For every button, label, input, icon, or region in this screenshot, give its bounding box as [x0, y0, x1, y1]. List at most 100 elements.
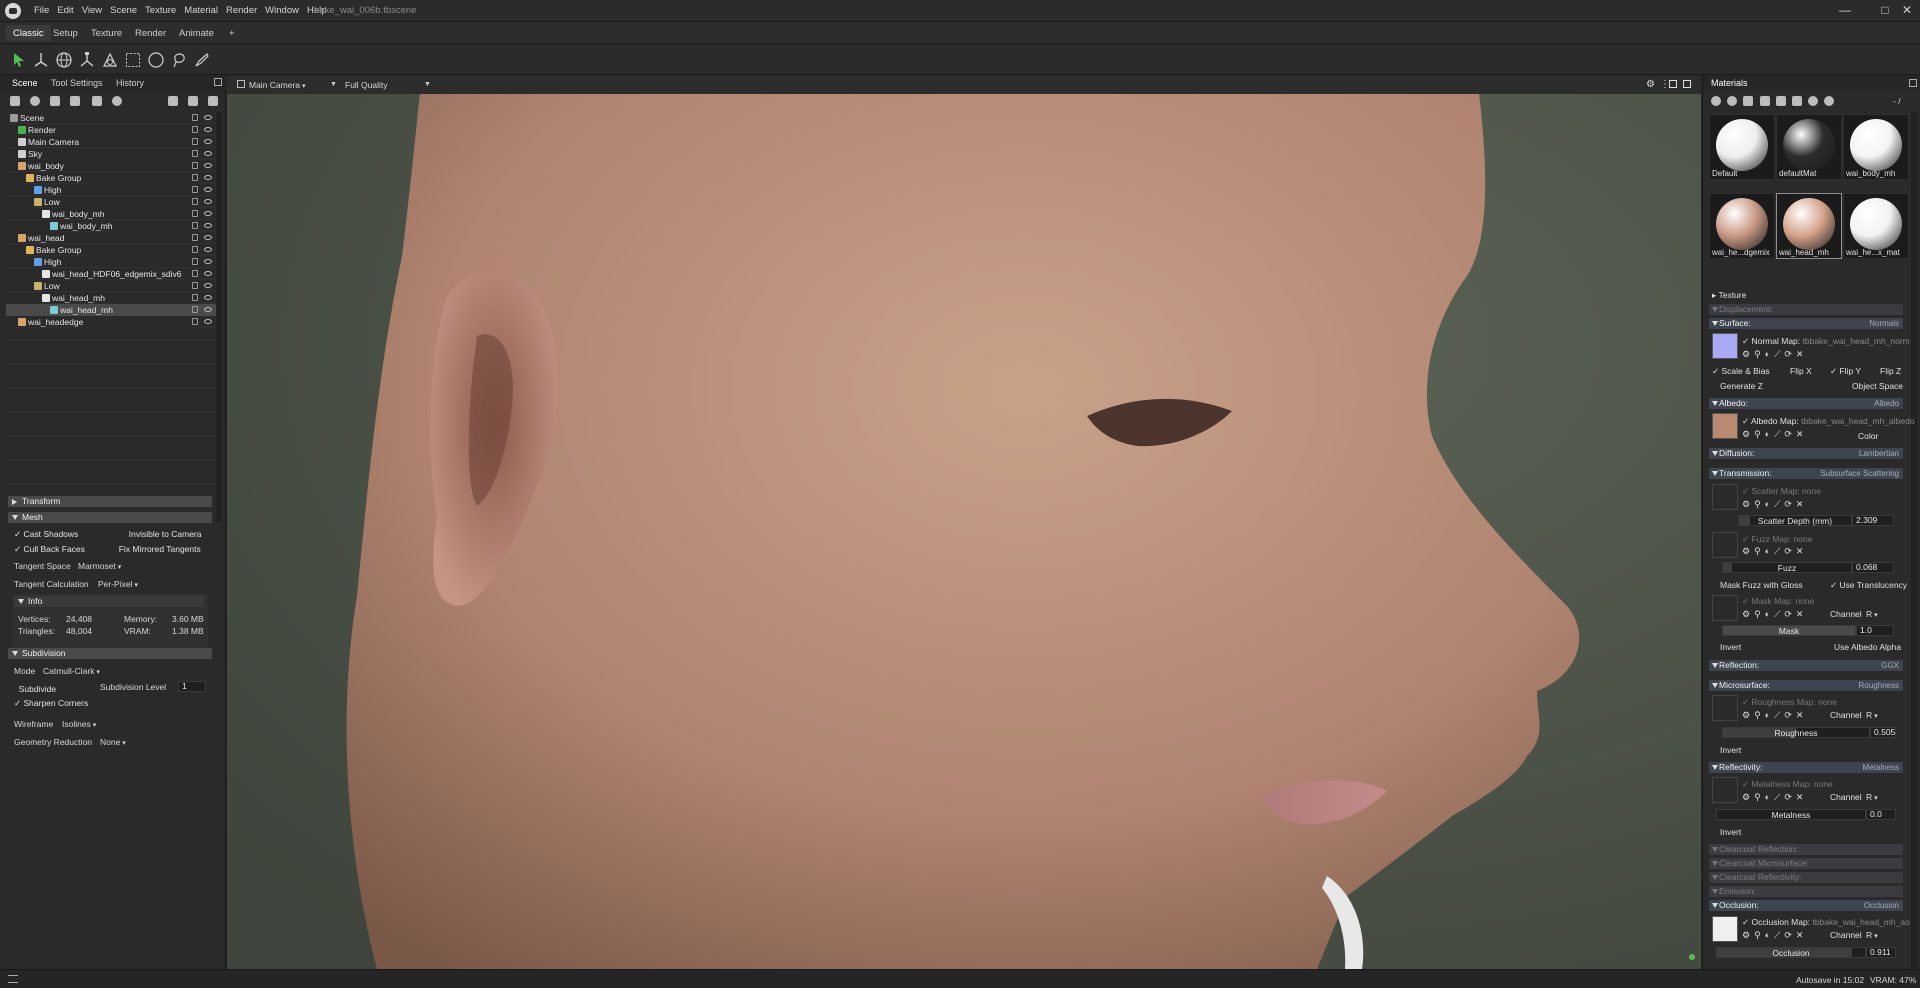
metalness-map-actions[interactable]: ⚙⚲◐⟋⟳✕	[1742, 792, 1807, 802]
occlusion-header[interactable]: Occlusion: Occlusion	[1709, 900, 1903, 911]
minimize-button[interactable]: —	[1832, 3, 1858, 17]
add-camera-icon[interactable]	[50, 96, 60, 106]
clearcoat-microsurface-header[interactable]: Clearcoat Microsurface:	[1709, 858, 1903, 869]
tree-row[interactable]: wai_body_mh	[6, 208, 218, 220]
subdivision-section-header[interactable]: Subdivision	[8, 648, 212, 659]
surface-header[interactable]: Surface: Normals	[1709, 318, 1903, 329]
materials-popout-icon[interactable]	[1909, 79, 1917, 87]
invert-mask-checkbox[interactable]: Invert	[1720, 642, 1741, 652]
tab-classic[interactable]: Classic	[6, 25, 51, 41]
select-tool-icon[interactable]	[10, 51, 28, 69]
tab-animate[interactable]: Animate	[172, 25, 221, 41]
occlusion-map-actions[interactable]: ⚙⚲◐⟋⟳✕	[1742, 930, 1807, 940]
visibility-eye-icon[interactable]	[204, 235, 212, 240]
invisible-to-camera-checkbox[interactable]: Invisible to Camera	[124, 529, 202, 539]
move-tool-icon[interactable]	[32, 51, 50, 69]
roughness-value[interactable]: 0.505	[1870, 727, 1896, 738]
visibility-eye-icon[interactable]	[204, 223, 212, 228]
menu-edit[interactable]: Edit	[53, 5, 77, 16]
menu-window[interactable]: Window	[261, 5, 303, 16]
occlusion-channel-dropdown[interactable]: R	[1866, 930, 1878, 940]
mask-map-actions[interactable]: ⚙⚲◐⟋⟳✕	[1742, 609, 1807, 619]
material-swatch[interactable]: Default	[1709, 114, 1775, 180]
albedo-map-label[interactable]: ✓ Albedo Map: tbbake_wai_head_mh_albedo	[1742, 416, 1915, 427]
visibility-eye-icon[interactable]	[204, 187, 212, 192]
tab-setup[interactable]: Setup	[46, 25, 85, 41]
reflectivity-header[interactable]: Reflectivity: Metalness	[1709, 762, 1903, 773]
roughness-channel-dropdown[interactable]: R	[1866, 710, 1878, 720]
materials-scrollbar[interactable]	[1911, 112, 1917, 972]
flip-x-checkbox[interactable]: Flip X	[1790, 366, 1812, 376]
cull-back-faces-checkbox[interactable]: ✓ Cull Back Faces	[14, 544, 85, 555]
lock-icon[interactable]	[192, 270, 198, 277]
visibility-eye-icon[interactable]	[204, 247, 212, 252]
material-swatch[interactable]: wai_head_mh	[1776, 193, 1842, 259]
roughness-slider[interactable]: Roughness	[1722, 727, 1870, 738]
lock-icon[interactable]	[192, 318, 198, 325]
invert-metalness-checkbox[interactable]: Invert	[1720, 827, 1741, 837]
wireframe-dropdown[interactable]: Isolines	[62, 719, 96, 729]
library-icon[interactable]	[1808, 96, 1818, 106]
albedo-color-label[interactable]: Color	[1858, 431, 1878, 441]
subdivision-mode-dropdown[interactable]: Catmull-Clark	[43, 666, 100, 676]
tree-row[interactable]: wai_head_mh	[6, 292, 218, 304]
tree-row[interactable]: wai_head_HDF06_edgemix_sdiv6	[6, 268, 218, 280]
occlusion-slider[interactable]: Occlusion	[1716, 947, 1866, 958]
fuzz-value[interactable]: 0.068	[1852, 562, 1894, 573]
tree-row[interactable]: wai_head	[6, 232, 218, 244]
rect-select-icon[interactable]	[124, 51, 142, 69]
diffusion-header[interactable]: Diffusion: Lambertian	[1709, 448, 1903, 459]
lock-icon[interactable]	[192, 150, 198, 157]
assign-material-icon[interactable]	[1792, 96, 1802, 106]
tab-render[interactable]: Render	[128, 25, 173, 41]
clearcoat-reflectivity-header[interactable]: Clearcoat Reflectivity:	[1709, 872, 1903, 883]
tree-row[interactable]: High	[6, 184, 218, 196]
lock-icon[interactable]	[192, 306, 198, 313]
fuzz-map-thumbnail[interactable]	[1712, 532, 1738, 558]
microsurface-value-dropdown[interactable]: Roughness	[1859, 680, 1899, 691]
lock-icon[interactable]	[192, 114, 198, 121]
tree-row[interactable]: wai_headedge	[6, 316, 218, 328]
albedo-value-dropdown[interactable]: Albedo	[1874, 398, 1899, 409]
reflection-header[interactable]: Reflection: GGX	[1709, 660, 1903, 671]
subdivide-checkbox[interactable]: Subdivide	[14, 684, 56, 694]
lock-icon[interactable]	[192, 210, 198, 217]
tree-row[interactable]: Sky	[6, 148, 218, 160]
use-albedo-alpha-checkbox[interactable]: Use Albedo Alpha	[1834, 642, 1901, 652]
geometry-reduction-dropdown[interactable]: None	[100, 737, 126, 747]
visibility-eye-icon[interactable]	[204, 307, 212, 312]
texture-section[interactable]: ▸ Texture	[1712, 290, 1746, 301]
open-material-icon[interactable]	[1760, 96, 1770, 106]
material-swatch[interactable]: wai_he...x_mat	[1843, 193, 1909, 259]
metalness-slider[interactable]: Metalness	[1716, 809, 1866, 820]
mask-map-label[interactable]: ✓ Mask Map: none	[1742, 596, 1814, 607]
pivot-tool-icon[interactable]	[101, 51, 119, 69]
new-material-icon[interactable]	[1711, 96, 1721, 106]
surface-value-dropdown[interactable]: Normals	[1869, 318, 1899, 329]
info-header[interactable]: Info	[14, 596, 204, 607]
metalness-map-thumbnail[interactable]	[1712, 777, 1738, 803]
diffusion-value-dropdown[interactable]: Lambertian	[1859, 448, 1899, 459]
visibility-eye-icon[interactable]	[204, 283, 212, 288]
visibility-eye-icon[interactable]	[204, 115, 212, 120]
menu-scene[interactable]: Scene	[106, 5, 141, 16]
lasso-select-icon[interactable]	[170, 51, 188, 69]
menu-file[interactable]: File	[30, 5, 53, 16]
viewport-settings-icon[interactable]: ⚙	[1646, 79, 1655, 90]
mesh-section-header[interactable]: Mesh	[8, 512, 212, 523]
lock-icon[interactable]	[192, 294, 198, 301]
tree-row[interactable]: wai_head_mh	[6, 304, 218, 316]
paint-select-icon[interactable]	[193, 51, 211, 69]
fix-mirrored-tangents-checkbox[interactable]: Fix Mirrored Tangents	[114, 544, 201, 554]
close-button[interactable]: ✕	[1894, 3, 1920, 17]
viewport-popout-icon[interactable]	[1683, 80, 1691, 88]
scatter-map-thumbnail[interactable]	[1712, 484, 1738, 510]
lock-icon[interactable]	[192, 282, 198, 289]
tree-row[interactable]: Bake Group	[6, 244, 218, 256]
tree-row[interactable]: wai_body	[6, 160, 218, 172]
scatter-depth-slider[interactable]: Scatter Depth (mm)	[1738, 515, 1852, 526]
lock-icon[interactable]	[192, 174, 198, 181]
lock-icon[interactable]	[192, 198, 198, 205]
duplicate-material-icon[interactable]	[1727, 96, 1737, 106]
transmission-value-dropdown[interactable]: Subsurface Scattering	[1820, 468, 1899, 479]
